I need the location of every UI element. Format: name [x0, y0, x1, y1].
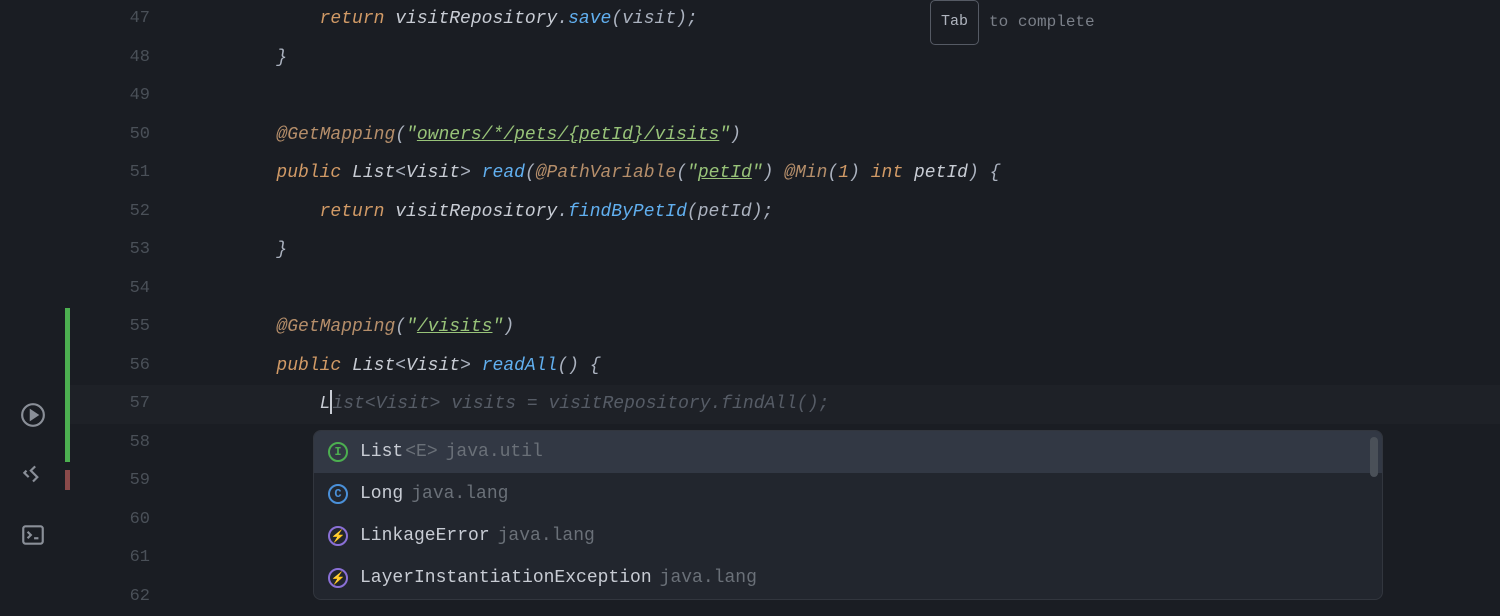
gutter: 47 48 49 50 51 52 53 54 55 56 57 58 59 6… — [65, 0, 160, 600]
code-line — [190, 270, 1500, 309]
completion-item[interactable]: I List<E>java.util — [314, 431, 1382, 473]
interface-icon: I — [328, 442, 348, 462]
code-line: } — [190, 39, 1500, 78]
code-line: return visitRepository.save(visit); — [190, 0, 1500, 39]
line-number: 50 — [65, 116, 150, 155]
inline-hint: Tab to complete — [930, 0, 1095, 45]
exception-icon: ⚡ — [328, 568, 348, 588]
line-number: 51 — [65, 154, 150, 193]
exception-icon: ⚡ — [328, 526, 348, 546]
popup-scrollbar[interactable] — [1370, 437, 1378, 477]
line-number: 59 — [65, 462, 150, 501]
code-line: return visitRepository.findByPetId(petId… — [190, 193, 1500, 232]
line-number: 54 — [65, 270, 150, 309]
line-number: 55 — [65, 308, 150, 347]
tab-key-hint: Tab — [930, 0, 979, 45]
run-icon[interactable] — [18, 400, 48, 430]
line-number: 47 — [65, 0, 150, 39]
line-number: 58 — [65, 424, 150, 463]
line-number: 49 — [65, 77, 150, 116]
code-editor[interactable]: 47 48 49 50 51 52 53 54 55 56 57 58 59 6… — [65, 0, 1500, 600]
activity-bar — [0, 0, 65, 600]
code-line: public List<Visit> readAll() { — [190, 347, 1500, 386]
completion-item[interactable]: ⚡ LinkageErrorjava.lang — [314, 515, 1382, 557]
line-number: 53 — [65, 231, 150, 270]
code-line — [190, 77, 1500, 116]
line-number: 62 — [65, 578, 150, 616]
completion-item[interactable]: C Longjava.lang — [314, 473, 1382, 515]
line-number: 52 — [65, 193, 150, 232]
completion-item[interactable]: ⚡ LayerInstantiationExceptionjava.lang — [314, 557, 1382, 599]
build-icon[interactable] — [18, 460, 48, 490]
line-number: 57 — [65, 385, 150, 424]
line-number: 48 — [65, 39, 150, 78]
class-icon: C — [328, 484, 348, 504]
code-line: } — [190, 231, 1500, 270]
code-line: @GetMapping("owners/*/pets/{petId}/visit… — [190, 116, 1500, 155]
code-line-current: List<Visit> visits = visitRepository.fin… — [190, 385, 1500, 424]
code-line: public List<Visit> read(@PathVariable("p… — [190, 154, 1500, 193]
line-number: 60 — [65, 501, 150, 540]
code-line: @GetMapping("/visits") — [190, 308, 1500, 347]
terminal-icon[interactable] — [18, 520, 48, 550]
hint-text: to complete — [989, 3, 1095, 42]
ghost-text: ist<Visit> visits = visitRepository.find… — [332, 394, 829, 414]
completion-popup[interactable]: I List<E>java.util C Longjava.lang ⚡ Lin… — [313, 430, 1383, 600]
line-number: 61 — [65, 539, 150, 578]
line-number: 56 — [65, 347, 150, 386]
